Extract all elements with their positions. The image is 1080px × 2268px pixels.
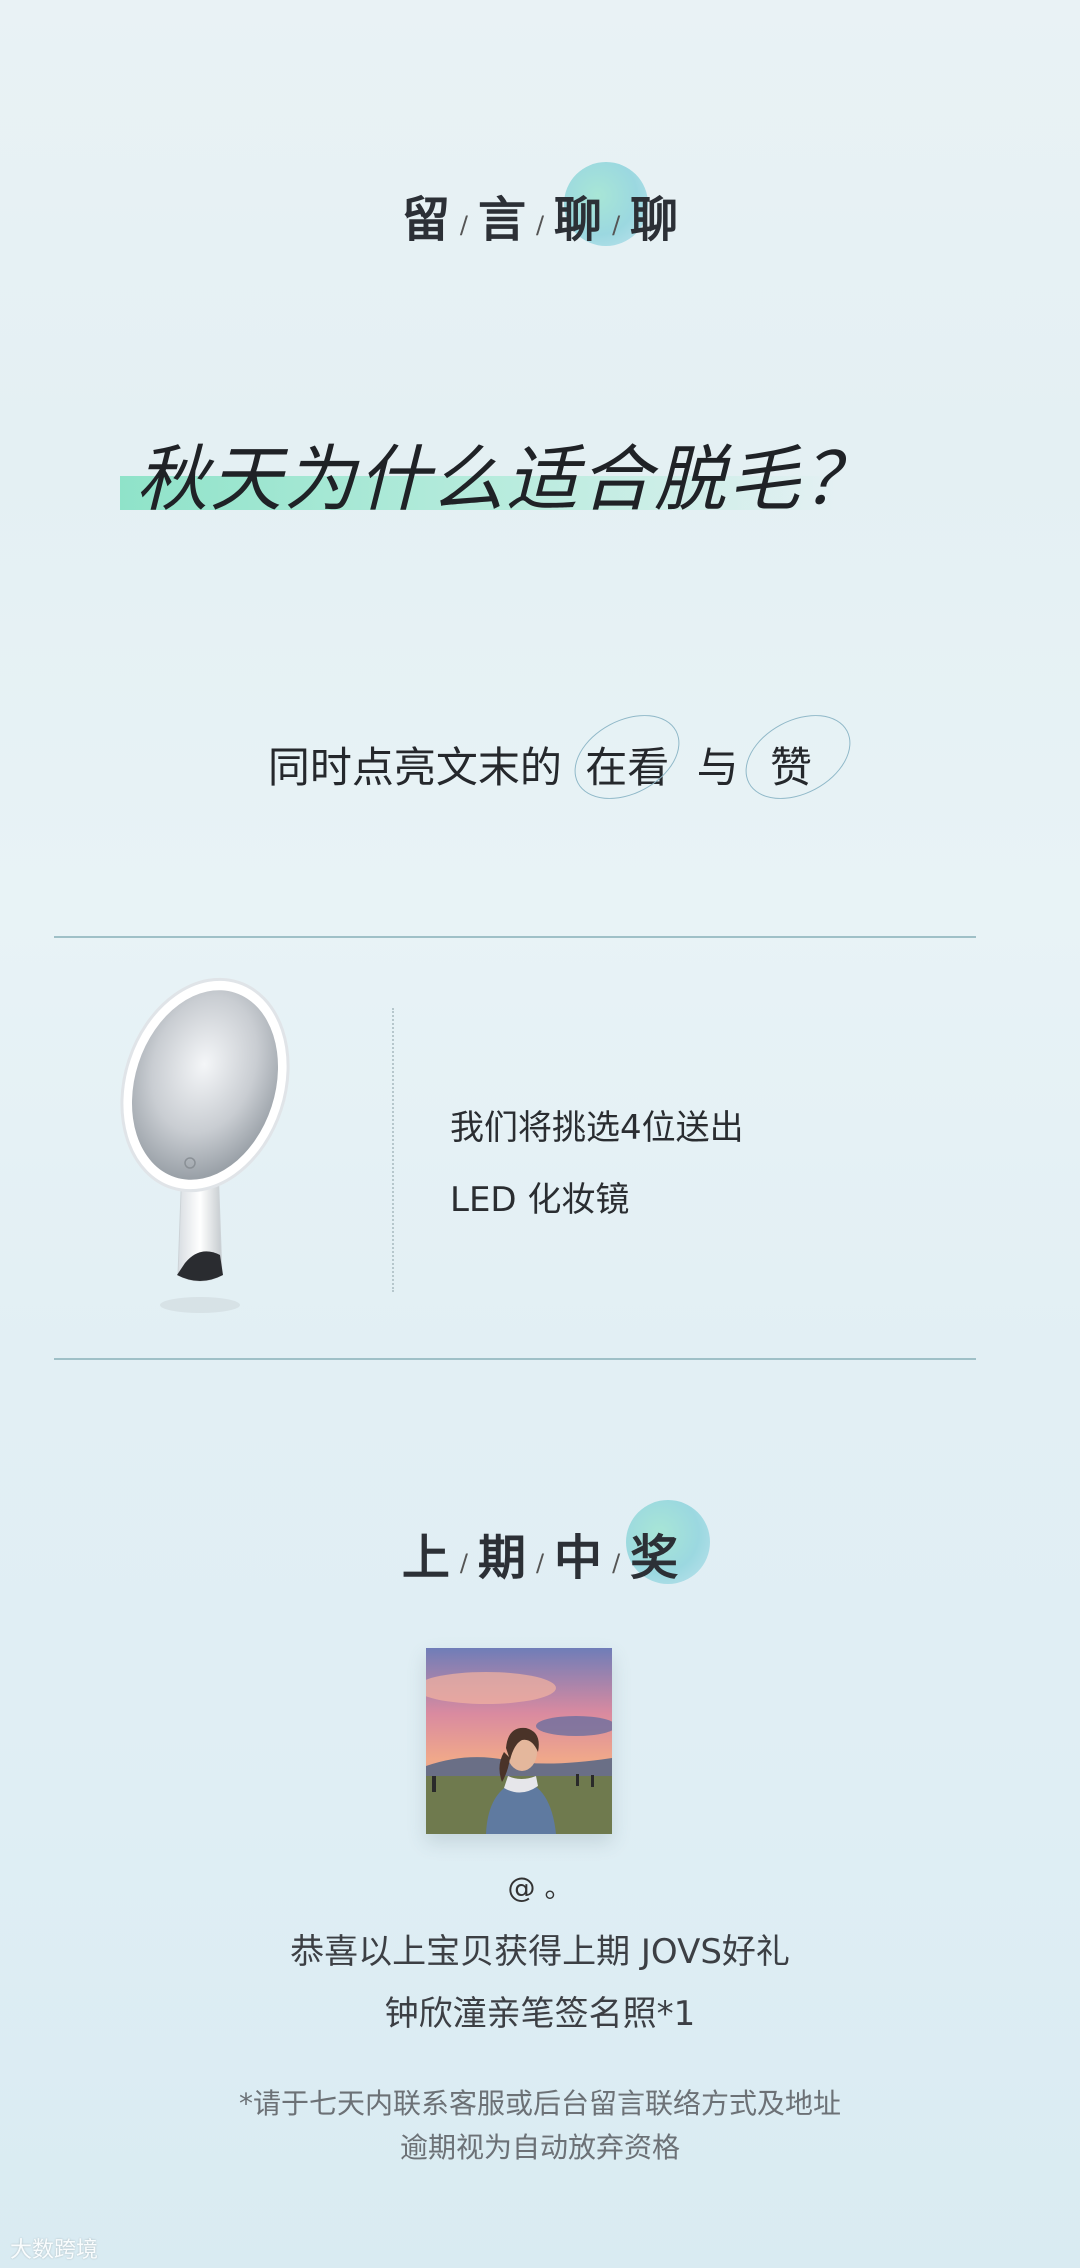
question-text: 秋天为什么适合脱毛？ [136,437,877,521]
title-char: 上 [401,1530,450,1586]
instruction-joiner: 与 [696,743,739,792]
title-char: 聊 [554,192,603,248]
section-title-comment: 留 / 言 / 聊 / 聊 [0,162,1080,250]
note-line-2: 逾期视为自动放弃资格 [399,2131,680,2164]
congrats-line-2: 钟欣潼亲笔签名照*1 [384,1994,696,2034]
circle-highlight-icon [731,698,865,816]
divider-bottom [54,1358,976,1360]
title-separator: / [612,1549,621,1577]
prize-line-1: 我们将挑选4位送出 [450,1108,744,1148]
title-char: 聊 [630,192,679,248]
title-separator: / [612,211,621,239]
title-char: 奖 [630,1530,679,1586]
winner-avatar-photo [426,1648,612,1834]
title-separator: / [535,1549,545,1577]
prize-line-2: LED 化妆镜 [450,1180,630,1220]
watermark: 大数跨境 [10,2238,99,2263]
section-title-winners: 上 / 期 / 中 / 奖 [0,1500,1080,1588]
circle-highlight-icon [560,698,695,816]
title-separator: / [459,1549,468,1577]
instruction-item-watching: 在看 [560,698,695,816]
title-char: 言 [477,192,526,248]
instruction-item-like: 赞 [731,698,865,816]
instruction-prefix: 同时点亮文末的 [267,743,562,792]
vertical-divider [392,1008,394,1292]
note-line-1: *请于七天内联系客服或后台留言联络方式及地址 [238,2087,841,2120]
led-mirror-image [110,975,300,1325]
title-separator: / [459,211,468,239]
title-char: 留 [401,192,450,248]
question-block: 秋天为什么适合脱毛？ [120,420,880,521]
title-char: 期 [477,1530,526,1586]
divider-top [54,936,976,938]
congrats-line-1: 恭喜以上宝贝获得上期 JOVS好礼 [290,1932,790,1972]
winner-name: @ 。 [507,1871,573,1904]
title-char: 中 [554,1530,603,1586]
instruction-line: 同时点亮文末的 在看 与 赞 [0,698,1080,816]
title-separator: / [535,211,545,239]
